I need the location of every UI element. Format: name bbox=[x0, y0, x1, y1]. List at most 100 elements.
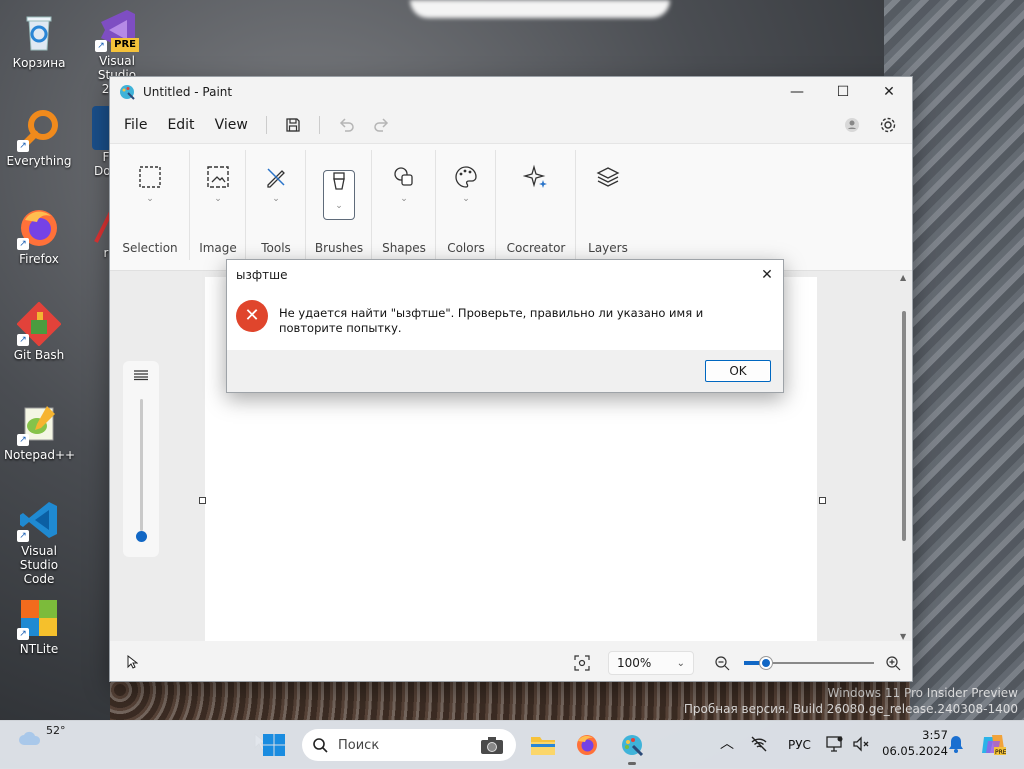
brush-size-knob[interactable] bbox=[136, 531, 147, 542]
redo-icon[interactable] bbox=[370, 113, 394, 137]
paint-app-icon bbox=[119, 84, 135, 100]
scrollbar-thumb[interactable] bbox=[902, 311, 906, 541]
save-icon[interactable] bbox=[281, 113, 305, 137]
scroll-down-arrow-icon[interactable]: ▼ bbox=[900, 632, 906, 641]
ribbon-group-cocreator: Cocreator bbox=[496, 144, 576, 270]
brush-icon bbox=[333, 172, 345, 190]
start-button[interactable] bbox=[258, 729, 290, 761]
firefox-icon bbox=[577, 735, 597, 755]
desktop-icon-recycle-bin[interactable]: Корзина bbox=[4, 10, 74, 70]
menu-file[interactable]: File bbox=[114, 111, 157, 139]
chevron-down-icon: ⌄ bbox=[462, 194, 470, 204]
show-hidden-icons-chevron-icon[interactable]: ︿ bbox=[720, 733, 734, 753]
paint-taskbar-button[interactable] bbox=[616, 729, 648, 765]
zoom-out-icon[interactable] bbox=[714, 655, 730, 674]
firefox-icon: ↗ bbox=[17, 206, 61, 250]
title-bar[interactable]: Untitled - Paint — ☐ ✕ bbox=[110, 77, 912, 107]
shapes-icon bbox=[394, 167, 413, 186]
os-watermark-line2: Пробная версия. Build 26080.ge_release.2… bbox=[683, 702, 1018, 716]
paint-app-icon bbox=[622, 735, 644, 757]
notification-bell-icon[interactable] bbox=[948, 735, 964, 756]
dialog-title: ызфтше bbox=[236, 268, 288, 282]
weather-widget[interactable]: 52° bbox=[18, 724, 66, 747]
layers-button[interactable] bbox=[588, 164, 628, 214]
taskbar-search-box[interactable]: Поиск bbox=[302, 729, 516, 761]
scroll-up-arrow-icon[interactable]: ▲ bbox=[900, 273, 906, 282]
desktop-icon-label: Корзина bbox=[12, 56, 66, 70]
desktop-icon-partial[interactable]: F Dov bbox=[82, 106, 112, 178]
desktop-icon-firefox[interactable]: ↗ Firefox bbox=[4, 206, 74, 266]
tools-pencil-icon bbox=[267, 168, 285, 188]
status-bar: 100% ⌄ bbox=[110, 645, 912, 681]
firefox-taskbar-button[interactable] bbox=[571, 729, 603, 761]
pre-badge: PRE bbox=[111, 38, 139, 52]
input-language-indicator[interactable]: РУС bbox=[788, 738, 811, 752]
pointer-position-icon bbox=[126, 654, 139, 672]
ribbon: ⌄ Selection ⌄ Image ⌄ Tools ⌄ Brushes ⌄ … bbox=[110, 143, 912, 271]
system-clock[interactable]: 3:57 06.05.2024 bbox=[874, 727, 948, 759]
desktop-icon-vscode[interactable]: ↗ Visual Studio Code bbox=[4, 498, 74, 586]
vertical-scrollbar[interactable]: ▲ ▼ bbox=[900, 271, 910, 641]
minimize-button[interactable]: — bbox=[774, 77, 820, 107]
file-explorer-button[interactable] bbox=[527, 729, 559, 761]
camera-icon bbox=[480, 735, 504, 759]
windows-logo-icon bbox=[263, 734, 285, 756]
account-icon[interactable] bbox=[840, 113, 864, 137]
undo-icon[interactable] bbox=[334, 113, 358, 137]
brushes-button[interactable]: ⌄ bbox=[323, 170, 355, 220]
zoom-slider-knob[interactable] bbox=[760, 657, 772, 669]
git-bash-icon: ↗ bbox=[16, 301, 62, 347]
menu-edit[interactable]: Edit bbox=[157, 111, 204, 139]
taskbar: 52° Поиск ︿ РУС 3:57 06.05.2024 PRE bbox=[0, 720, 1024, 769]
desktop-icon-label: Git Bash bbox=[13, 348, 65, 362]
dialog-message: Не удается найти "ызфтше". Проверьте, пр… bbox=[279, 306, 704, 335]
desktop-icon-git-bash[interactable]: ↗ Git Bash bbox=[4, 301, 74, 362]
weather-temperature: 52° bbox=[46, 723, 66, 737]
desktop-icon-everything[interactable]: ↗ Everything bbox=[4, 108, 74, 168]
dialog-close-button[interactable]: ✕ bbox=[751, 260, 783, 290]
clock-date: 06.05.2024 bbox=[882, 744, 948, 758]
desktop-icon-ntlite[interactable]: ↗ NTLite bbox=[4, 596, 74, 656]
selection-button[interactable]: ⌄ bbox=[130, 164, 170, 214]
desktop-icon-label: Visual Studio Code bbox=[19, 544, 59, 586]
brush-size-panel bbox=[123, 361, 159, 557]
ribbon-group-selection: ⌄ Selection bbox=[110, 144, 190, 270]
image-button[interactable]: ⌄ bbox=[198, 164, 238, 214]
window-title: Untitled - Paint bbox=[143, 85, 233, 99]
desktop-icon-notepad-plus-plus[interactable]: ↗ Notepad++ bbox=[4, 402, 75, 462]
ribbon-label-image: Image bbox=[199, 241, 237, 255]
display-icon[interactable] bbox=[826, 735, 844, 756]
zoom-slider[interactable] bbox=[744, 657, 874, 669]
cocreator-button[interactable] bbox=[516, 164, 556, 214]
canvas-resize-handle-right[interactable] bbox=[819, 497, 826, 504]
sparkle-icon bbox=[523, 164, 547, 188]
fit-to-window-icon[interactable] bbox=[574, 655, 590, 674]
image-icon bbox=[207, 166, 229, 188]
desktop-icon-partial[interactable]: r bbox=[82, 206, 112, 260]
settings-gear-icon[interactable] bbox=[876, 113, 900, 137]
chevron-down-icon: ⌄ bbox=[146, 194, 154, 204]
speaker-muted-icon[interactable] bbox=[852, 735, 870, 756]
tools-button[interactable]: ⌄ bbox=[256, 164, 296, 214]
brush-size-track[interactable] bbox=[140, 399, 143, 531]
canvas-resize-handle-left[interactable] bbox=[199, 497, 206, 504]
close-button[interactable]: ✕ bbox=[866, 77, 912, 107]
chevron-down-icon: ⌄ bbox=[272, 194, 280, 204]
copilot-icon[interactable]: PRE bbox=[980, 731, 1007, 760]
layers-icon bbox=[596, 167, 620, 187]
menu-view[interactable]: View bbox=[205, 111, 258, 139]
shortcut-arrow-icon: ↗ bbox=[17, 140, 29, 152]
zoom-level-select[interactable]: 100% ⌄ bbox=[608, 651, 694, 675]
maximize-button[interactable]: ☐ bbox=[820, 77, 866, 107]
colors-button[interactable]: ⌄ bbox=[446, 164, 486, 214]
desktop-icon-label: Everything bbox=[6, 154, 72, 168]
folder-icon bbox=[531, 737, 555, 755]
dialog-title-bar[interactable]: ызфтше ✕ bbox=[227, 260, 783, 290]
zoom-in-icon[interactable] bbox=[885, 655, 901, 674]
error-icon: ✕ bbox=[236, 300, 268, 332]
shapes-button[interactable]: ⌄ bbox=[384, 164, 424, 214]
network-disconnected-icon[interactable] bbox=[750, 735, 768, 756]
shortcut-arrow-icon: ↗ bbox=[17, 334, 29, 346]
shortcut-arrow-icon: ↗ bbox=[95, 40, 107, 52]
ok-button[interactable]: OK bbox=[705, 360, 771, 382]
